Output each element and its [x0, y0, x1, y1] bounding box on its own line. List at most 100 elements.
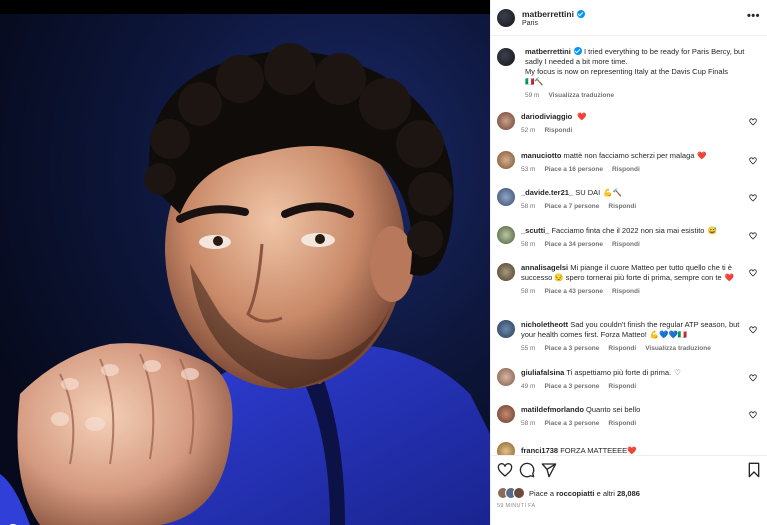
author-avatar[interactable] [497, 9, 515, 27]
comment-likes[interactable]: Piace a 34 persone [544, 241, 603, 248]
heart-icon[interactable] [497, 462, 513, 478]
instagram-post-view: matberrettini Paris ••• matberrettini I … [0, 0, 767, 525]
liker-avatar [513, 487, 525, 499]
caption-verified-icon [573, 47, 582, 55]
reply-button[interactable]: Rispondi [608, 345, 636, 352]
comment-username[interactable]: manuciotto [521, 151, 561, 160]
comment-avatar[interactable] [497, 112, 515, 130]
share-icon[interactable] [541, 462, 557, 478]
comment-avatar[interactable] [497, 320, 515, 338]
comment-likes[interactable]: Piace a 3 persone [544, 420, 599, 427]
comment-text: annalisagelsi Mi piange il cuore Matteo … [521, 263, 747, 297]
comment-username[interactable]: franci1738 [521, 446, 558, 455]
author-username[interactable]: matberrettini [522, 9, 585, 19]
caption-line-2: My focus is now on representing Italy at… [525, 67, 729, 76]
post-photo-illustration [0, 14, 490, 525]
comment-like-heart-icon[interactable] [749, 326, 757, 334]
caption-avatar[interactable] [497, 48, 515, 66]
comment-avatar[interactable] [497, 405, 515, 423]
comment-avatar[interactable] [497, 263, 515, 281]
comment-likes[interactable]: Piace a 16 persone [544, 166, 603, 173]
reply-button[interactable]: Rispondi [612, 288, 640, 295]
comment-emoji: ❤️ [697, 151, 707, 160]
likes-text: Piace a roccopiatti e altri 28,086 [529, 489, 640, 498]
comment-text: matildefmorlando Quanto sei bello 58 m Pia… [521, 405, 747, 429]
reply-button[interactable]: Rispondi [608, 420, 636, 427]
comment-meta: 52 m Rispondi [521, 126, 747, 136]
comment-meta: 58 m Piace a 3 persone Rispondi [521, 419, 747, 429]
comment-like-heart-icon[interactable] [749, 411, 757, 419]
caption-translate[interactable]: Visualizza traduzione [548, 92, 614, 99]
comment-avatar[interactable] [497, 226, 515, 244]
comment-like-heart-icon[interactable] [749, 374, 757, 382]
comment-time: 52 m [521, 127, 536, 134]
comment-username[interactable]: dariodiviaggio [521, 112, 572, 121]
caption-time: 59 m [525, 92, 540, 99]
post-photo[interactable] [0, 14, 490, 525]
comment-time: 58 m [521, 420, 536, 427]
reply-button[interactable]: Rispondi [612, 241, 640, 248]
comment-avatar[interactable] [497, 368, 515, 386]
comment-time: 49 m [521, 383, 536, 390]
comment-like-heart-icon[interactable] [749, 232, 757, 240]
comment-like-heart-icon[interactable] [749, 194, 757, 202]
comment-body: Facciamo finta che il 2022 non sia mai e… [551, 226, 705, 235]
comment-emoji: ❤️ [724, 273, 735, 282]
comment-like-heart-icon[interactable] [749, 118, 757, 126]
comment-username[interactable]: annalisagelsi [521, 263, 568, 272]
likes-count[interactable]: 28,086 [617, 489, 640, 498]
comment-meta: 53 m Piace a 16 persone Rispondi [521, 165, 747, 175]
bookmark-icon[interactable] [746, 462, 762, 478]
post-details-panel: matberrettini Paris ••• matberrettini I … [490, 0, 767, 525]
comment-username[interactable]: _scutti_ [521, 226, 549, 235]
comment-text: franci1738 FORZA MATTEEEE❤️ [521, 446, 637, 455]
caption-text: matberrettini I tried everything to be r… [525, 47, 757, 101]
comment-time: 58 m [521, 203, 536, 210]
translate-button[interactable]: Visualizza traduzione [645, 345, 711, 352]
reply-button[interactable]: Rispondi [612, 166, 640, 173]
comment-body: Ti aspettiamo più forte di prima. [566, 368, 672, 377]
comment-body: FORZA MATTEEEE [560, 446, 628, 455]
more-icon[interactable]: ••• [747, 10, 760, 22]
comment-username[interactable]: giuliafalsina [521, 368, 564, 377]
comment-avatar[interactable] [497, 151, 515, 169]
action-bar [491, 455, 767, 485]
comment-icon[interactable] [519, 462, 535, 478]
likers-avatars [497, 487, 527, 499]
author-username-text[interactable]: matberrettini [522, 9, 574, 19]
comment-text: nicholetheott Sad you couldn't finish th… [521, 320, 747, 354]
comment-text: dariodiviaggio ❤️ 52 m Rispondi [521, 112, 747, 136]
comment-emoji: 💪💙💙🇮🇹 [649, 330, 688, 339]
likes-user[interactable]: roccopiatti [556, 489, 594, 498]
comment-likes[interactable]: Piace a 3 persone [544, 345, 599, 352]
comment-emoji: ❤️ [577, 112, 587, 121]
comment-username[interactable]: nicholetheott [521, 320, 568, 329]
post-location[interactable]: Paris [522, 20, 538, 27]
comments-list[interactable]: matberrettini I tried everything to be r… [491, 37, 767, 455]
comment-likes[interactable]: Piace a 43 persone [544, 288, 603, 295]
comment-text: manuciotto mattè non facciamo scherzi pe… [521, 151, 747, 175]
comment-emoji: ♡ [674, 368, 681, 377]
comment-meta: 58 m Piace a 34 persone Rispondi [521, 240, 747, 250]
comment-emoji: ❤️ [627, 446, 637, 455]
comment-username[interactable]: _davide.ter21_ [521, 188, 573, 197]
reply-button[interactable]: Rispondi [608, 383, 636, 390]
comment-body: mattè non facciamo scherzi per malaga [563, 151, 695, 160]
caption-line-3: 🇮🇹🔨 [525, 77, 544, 86]
comment-avatar[interactable] [497, 188, 515, 206]
reply-button[interactable]: Rispondi [608, 203, 636, 210]
comment-avatar[interactable] [497, 442, 515, 455]
comment-body: Quanto sei bello [586, 405, 641, 414]
comment-like-heart-icon[interactable] [749, 269, 757, 277]
comment-emoji: 💪🔨 [603, 188, 622, 197]
comment-username[interactable]: matildefmorlando [521, 405, 584, 414]
comment-time: 58 m [521, 241, 536, 248]
comment-likes[interactable]: Piace a 7 persone [544, 203, 599, 210]
reply-button[interactable]: Rispondi [544, 127, 572, 134]
comment-meta: 58 m Piace a 43 persone Rispondi [521, 287, 747, 297]
comment-likes[interactable]: Piace a 3 persone [544, 383, 599, 390]
comment-time: 58 m [521, 288, 536, 295]
comment-like-heart-icon[interactable] [749, 157, 757, 165]
caption-username[interactable]: matberrettini [525, 47, 571, 56]
likes-summary[interactable]: Piace a roccopiatti e altri 28,086 [497, 487, 767, 499]
